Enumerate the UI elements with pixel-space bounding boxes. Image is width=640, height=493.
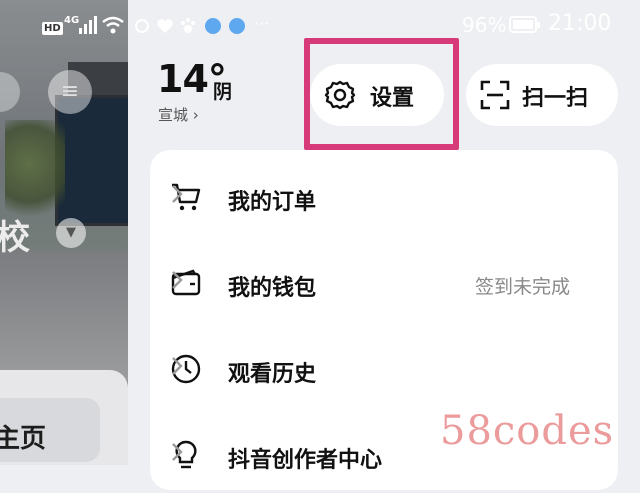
browser-icon-2	[229, 18, 245, 34]
background-screen	[55, 95, 128, 226]
scan-label: 扫一扫	[522, 86, 589, 111]
battery-percent: 96%	[462, 13, 507, 37]
browser-icon	[205, 18, 221, 34]
menu-item-label: 抖音创作者中心	[228, 448, 383, 473]
menu-item-label: 我的订单	[228, 190, 317, 215]
city-selector[interactable]: 宣城 ›	[158, 104, 199, 125]
paw-icon	[181, 18, 195, 33]
scan-button[interactable]: 扫一扫	[466, 64, 618, 126]
homepage-label: 主页	[0, 424, 47, 454]
menu-item-history[interactable]: 观看历史	[150, 327, 618, 407]
chevron-right-icon	[172, 443, 183, 461]
chevron-right-icon	[172, 357, 183, 375]
weather-condition: 阴	[213, 81, 233, 103]
search-icon[interactable]	[0, 72, 20, 112]
watermark: 58codes	[440, 408, 615, 454]
menu-item-wallet[interactable]: 我的钱包 签到未完成	[150, 241, 618, 321]
menu-item-label: 观看历史	[228, 362, 317, 387]
clock: 21:00	[548, 11, 612, 36]
hamburger-menu-icon[interactable]: ≡	[48, 70, 92, 114]
heart-icon	[157, 19, 173, 33]
wifi-icon	[102, 16, 124, 34]
network-type: 4G	[64, 15, 80, 26]
school-label: 校	[0, 218, 30, 258]
background-floor	[0, 250, 128, 380]
menu-item-orders[interactable]: 我的订单	[150, 155, 618, 235]
more-icon: ···	[254, 14, 270, 33]
hd-badge: HD	[42, 22, 63, 35]
battery-icon	[509, 16, 540, 33]
menu-item-label: 我的钱包	[228, 276, 317, 301]
highlight-annotation	[304, 38, 459, 150]
scan-icon	[480, 80, 510, 110]
background-page: ≡ 校 ▼ 主页	[0, 0, 128, 465]
chevron-right-icon	[172, 271, 183, 289]
dropdown-icon[interactable]: ▼	[56, 218, 86, 248]
signal-icon	[79, 16, 97, 34]
notification-icon	[135, 19, 149, 33]
chevron-right-icon	[172, 185, 183, 203]
menu-item-status: 签到未完成	[474, 276, 570, 298]
